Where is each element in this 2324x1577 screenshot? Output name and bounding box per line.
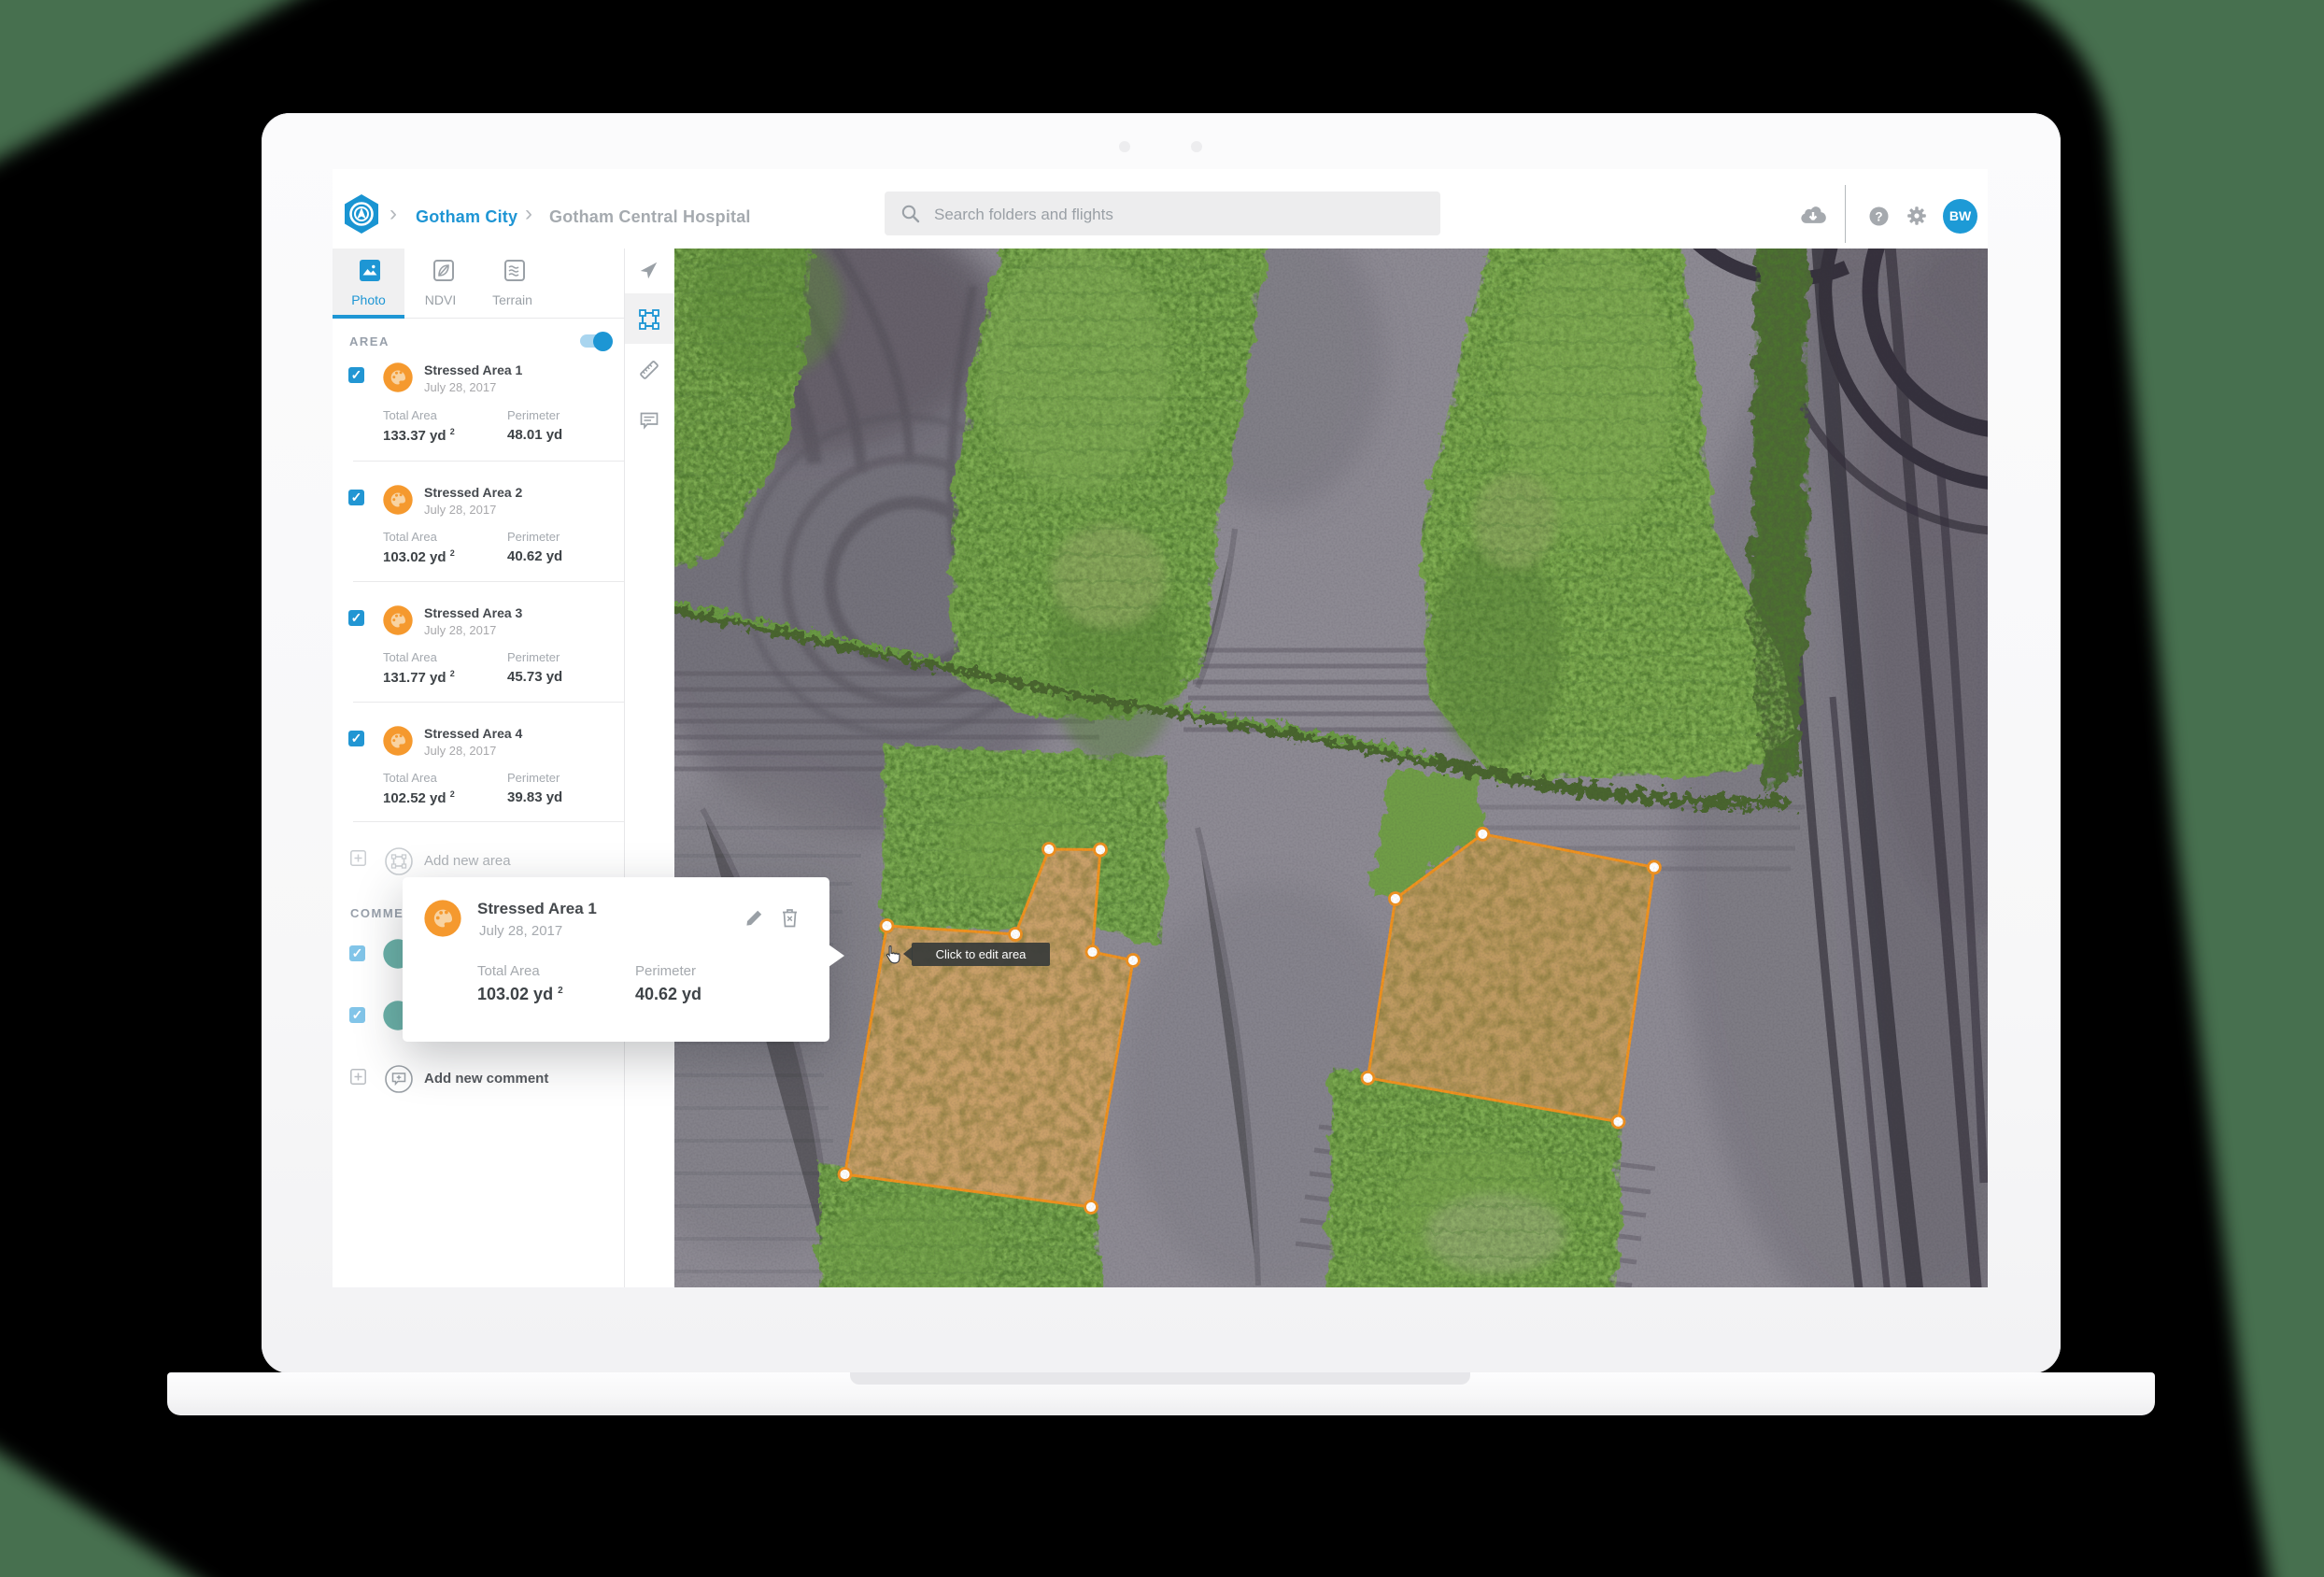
svg-text:?: ?	[1875, 209, 1882, 223]
